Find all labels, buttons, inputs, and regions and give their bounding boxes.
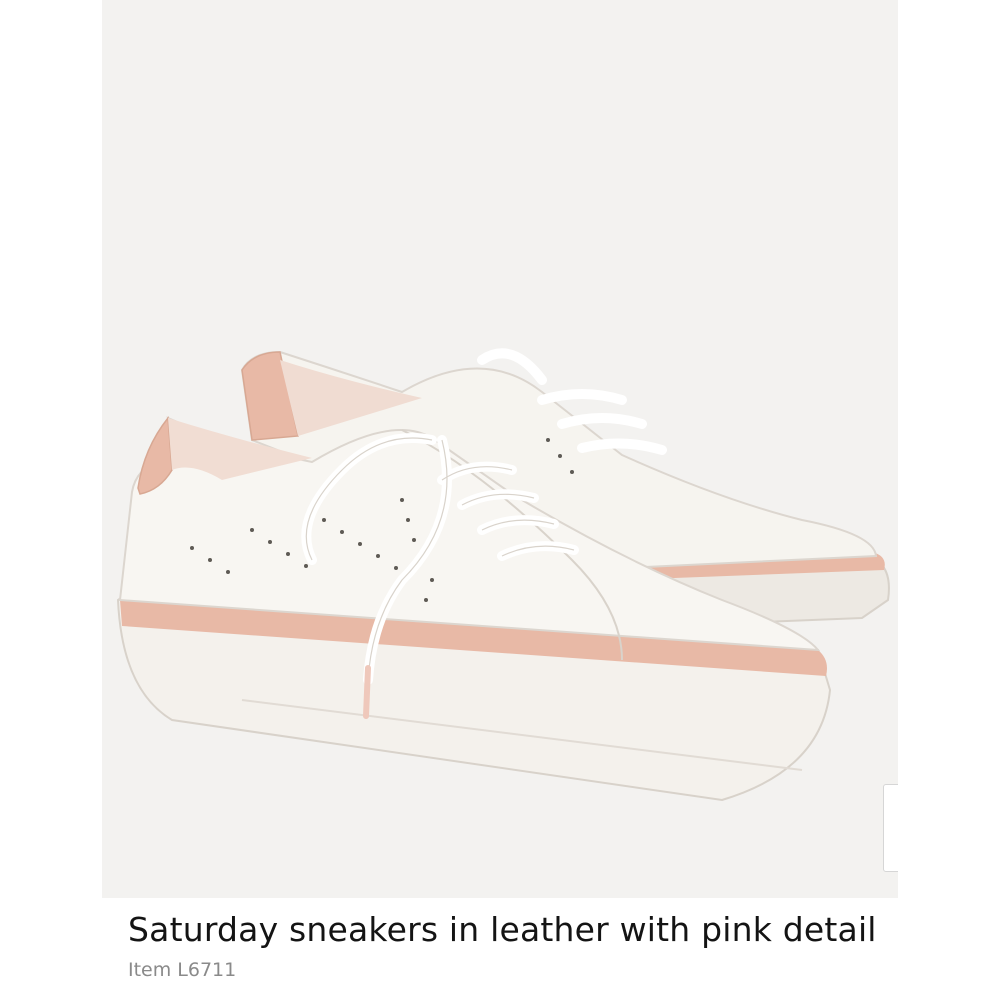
expand-arrows-icon: [884, 785, 898, 873]
expand-image-button[interactable]: [883, 784, 898, 872]
item-number-line: Item L6711: [128, 957, 236, 983]
product-caption: Saturday sneakers in leather with pink d…: [102, 898, 898, 1000]
product-image[interactable]: [102, 0, 898, 1000]
product-page: Saturday sneakers in leather with pink d…: [0, 0, 1000, 1000]
sneakers-illustration: [116, 348, 890, 802]
item-number: L6711: [177, 959, 237, 981]
product-title: Saturday sneakers in leather with pink d…: [128, 910, 877, 949]
item-label: Item: [128, 959, 172, 981]
